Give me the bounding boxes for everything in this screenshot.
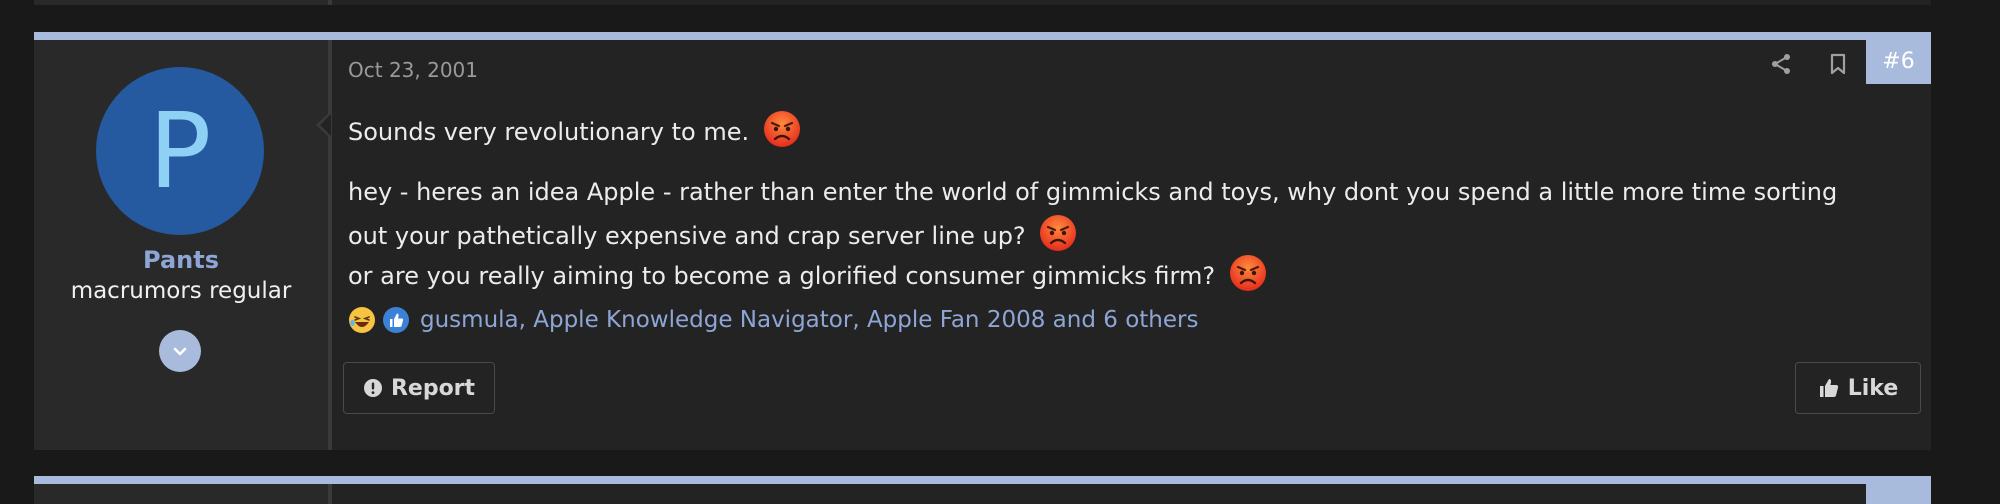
thumbs-up-icon [1819, 379, 1838, 397]
previous-post-user-column [34, 0, 328, 5]
next-post-divider [328, 484, 332, 504]
message-line: or are you really aiming to become a glo… [348, 254, 1267, 292]
message-text: out your pathetically expensive and crap… [348, 222, 1026, 250]
message-text: or are you really aiming to become a glo… [348, 262, 1216, 290]
angry-face-icon [763, 111, 800, 147]
reaction-users-link[interactable]: gusmula, Apple Knowledge Navigator, Appl… [420, 307, 1198, 333]
avatar[interactable]: P [96, 67, 264, 235]
like-button[interactable]: Like [1795, 362, 1921, 414]
post: P Pants macrumors regular Oct 23, 2001 #… [34, 32, 1931, 450]
post-divider [328, 40, 332, 450]
chevron-down-icon [173, 347, 187, 356]
exclamation-circle-icon [363, 379, 382, 397]
like-label: Like [1847, 375, 1899, 401]
previous-post [34, 0, 1931, 5]
angry-face-icon [1229, 255, 1266, 291]
angry-face-icon [1040, 215, 1077, 251]
avatar-letter: P [148, 90, 212, 212]
thumbs-up-icon [383, 307, 409, 333]
post-date[interactable]: Oct 23, 2001 [348, 58, 478, 82]
next-post [34, 476, 1931, 504]
username[interactable]: Pants [34, 246, 328, 274]
report-button[interactable]: Report [343, 362, 495, 414]
laughing-emoji-icon [349, 307, 375, 333]
reactions-bar[interactable]: gusmula, Apple Knowledge Navigator, Appl… [348, 304, 1198, 336]
message-line: hey - heres an idea Apple - rather than … [348, 178, 1838, 206]
next-post-number[interactable] [1866, 484, 1931, 504]
share-icon[interactable] [1769, 52, 1793, 76]
report-label: Report [390, 375, 476, 401]
message-line: Sounds very revolutionary to me. [348, 110, 801, 148]
post-accent-bar [34, 32, 1931, 40]
next-post-accent-bar [34, 476, 1931, 484]
previous-post-divider [328, 0, 332, 5]
expand-user-info-button[interactable] [159, 330, 201, 372]
bookmark-icon[interactable] [1826, 52, 1850, 76]
user-title: macrumors regular [70, 278, 292, 304]
message-line: out your pathetically expensive and crap… [348, 214, 1077, 252]
post-number[interactable]: #6 [1866, 40, 1931, 84]
next-post-user-column [34, 484, 328, 504]
message-arrow-inner [320, 114, 331, 136]
user-column: P Pants macrumors regular [34, 40, 328, 450]
message-text: Sounds very revolutionary to me. [348, 118, 750, 146]
